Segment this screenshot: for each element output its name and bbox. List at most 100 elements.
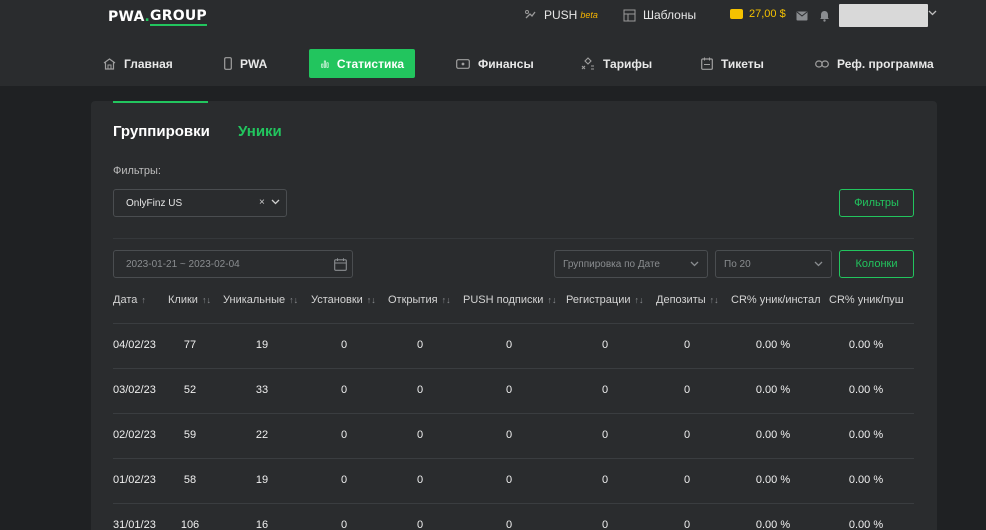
phone-icon <box>224 57 232 70</box>
table-cell: 22 <box>255 429 269 441</box>
nav-item-tickets[interactable]: Тикеты <box>701 49 778 78</box>
home-icon <box>103 57 116 70</box>
table-cell: 106 <box>180 519 200 530</box>
table-cell: 0 <box>340 339 348 351</box>
table-cell: 0 <box>601 519 609 530</box>
column-header-uniques[interactable]: Уникальные ↑↓ <box>223 294 298 306</box>
column-header-cr-push[interactable]: CR% уник/пуш <box>829 294 904 306</box>
chevron-down-icon[interactable] <box>928 10 937 16</box>
table-cell: 0 <box>601 339 609 351</box>
nav-item-finance[interactable]: Финансы <box>456 49 548 78</box>
tab-groupings[interactable]: Группировки <box>113 123 210 140</box>
column-header-registrations[interactable]: Регистрации ↑↓ <box>566 294 644 306</box>
table-cell: 0 <box>683 429 691 441</box>
nav-label: Реф. программа <box>837 56 934 71</box>
table-cell: 0 <box>416 429 424 441</box>
mail-icon <box>796 11 808 21</box>
row-divider <box>113 458 914 459</box>
table-cell: 52 <box>183 384 197 396</box>
notifications-button[interactable] <box>819 10 837 22</box>
column-header-cr-install[interactable]: CR% уник/инстал <box>731 294 820 306</box>
table-cell: 0 <box>416 339 424 351</box>
table-cell: 01/02/23 <box>113 474 156 486</box>
push-label: PUSH <box>544 8 578 22</box>
nav-item-home[interactable]: Главная <box>103 49 187 78</box>
column-header-installs[interactable]: Установки ↑↓ <box>311 294 376 306</box>
table-cell: 19 <box>255 339 269 351</box>
table-cell: 16 <box>255 519 269 530</box>
column-header-deposits[interactable]: Депозиты ↑↓ <box>656 294 719 306</box>
nav-item-tariffs[interactable]: Тарифы <box>581 49 666 78</box>
chevron-down-icon <box>690 261 699 267</box>
header-label: CR% уник/пуш <box>829 294 904 306</box>
table-cell: 0 <box>505 384 513 396</box>
user-profile[interactable] <box>839 4 928 27</box>
table-cell: 0 <box>340 384 348 396</box>
grouping-select[interactable]: Группировка по Дате <box>554 250 708 278</box>
column-header-date[interactable]: Дата ↑ <box>113 294 146 306</box>
row-divider <box>113 368 914 369</box>
row-divider <box>113 503 914 504</box>
table-cell: 0.00 % <box>755 384 791 396</box>
table-cell: 0 <box>505 474 513 486</box>
columns-button[interactable]: Колонки <box>839 250 914 278</box>
table-cell: 31/01/23 <box>113 519 156 530</box>
link-icon <box>815 59 829 68</box>
wallet-icon <box>730 9 743 19</box>
filter-select[interactable]: OnlyFinz US × <box>113 189 287 217</box>
nav-label: Главная <box>124 56 173 71</box>
column-header-clicks[interactable]: Клики ↑↓ <box>168 294 211 306</box>
header-label: Дата <box>113 294 138 306</box>
balance-value: 27,00 $ <box>749 8 786 20</box>
table-cell: 0 <box>505 519 513 530</box>
filter-selected-value: OnlyFinz US <box>126 197 183 209</box>
chevron-down-icon[interactable] <box>271 199 280 205</box>
templates-icon <box>623 9 636 21</box>
templates-label: Шаблоны <box>643 8 697 22</box>
divider <box>113 238 914 239</box>
table-cell: 0 <box>601 474 609 486</box>
header-label: Открытия <box>388 294 438 306</box>
row-divider <box>113 323 914 324</box>
sort-icon: ↑↓ <box>289 295 299 305</box>
table-cell: 0 <box>683 339 691 351</box>
sort-icon: ↑↓ <box>709 295 719 305</box>
table-cell: 0 <box>683 519 691 530</box>
filters-button[interactable]: Фильтры <box>839 189 914 217</box>
table-cell: 0 <box>601 429 609 441</box>
table-cell: 04/02/23 <box>113 339 156 351</box>
column-header-opens[interactable]: Открытия ↑↓ <box>388 294 451 306</box>
per-page-value: По 20 <box>724 258 751 270</box>
table-cell: 58 <box>183 474 197 486</box>
table-cell: 0.00 % <box>848 339 884 351</box>
logo[interactable]: PWA. GROUP <box>108 8 207 26</box>
templates-link[interactable]: Шаблоны <box>623 8 696 22</box>
push-icon <box>525 9 536 18</box>
nav-item-referral[interactable]: Реф. программа <box>815 49 934 78</box>
table-cell: 0 <box>416 474 424 486</box>
balance[interactable]: 27,00 $ <box>730 8 786 20</box>
header-label: Депозиты <box>656 294 706 306</box>
table-cell: 19 <box>255 474 269 486</box>
main-nav: Главная PWA Статистика Финансы Тарифы Ти… <box>0 49 986 79</box>
table-cell: 0 <box>340 474 348 486</box>
date-range-input[interactable]: 2023-01-21 ~ 2023-02-04 <box>113 250 353 278</box>
tab-uniques[interactable]: Уники <box>238 123 282 140</box>
table-cell: 0 <box>416 519 424 530</box>
sort-icon: ↑↓ <box>547 295 557 305</box>
table-cell: 0 <box>340 519 348 530</box>
logo-text: PWA <box>108 9 145 25</box>
clear-icon[interactable]: × <box>259 197 265 208</box>
nav-item-pwa[interactable]: PWA <box>224 49 281 78</box>
sort-icon: ↑↓ <box>441 295 451 305</box>
table-cell: 03/02/23 <box>113 384 156 396</box>
nav-label: Финансы <box>478 56 534 71</box>
column-header-push-subs[interactable]: PUSH подписки ↑↓ <box>463 294 556 306</box>
push-link[interactable]: PUSH beta <box>524 8 598 22</box>
nav-item-statistics[interactable]: Статистика <box>309 49 415 78</box>
per-page-select[interactable]: По 20 <box>715 250 832 278</box>
sort-icon: ↑↓ <box>366 295 376 305</box>
nav-label: Тарифы <box>603 56 653 71</box>
mail-button[interactable] <box>796 11 815 21</box>
calendar-icon <box>334 258 347 271</box>
